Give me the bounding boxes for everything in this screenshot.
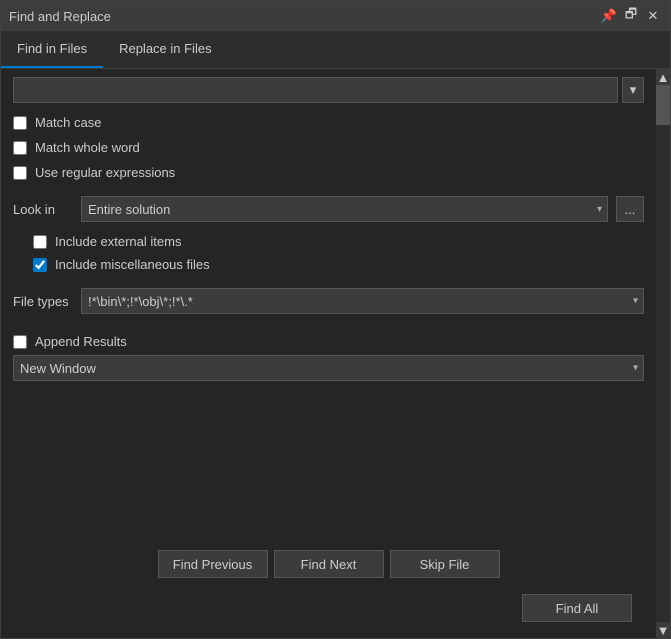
use-regex-row: Use regular expressions: [13, 163, 644, 182]
pin-button[interactable]: 📌: [600, 8, 618, 24]
content-area: ▾ Match case Match whole word Use regula…: [1, 69, 670, 638]
look-in-select-wrapper: Entire solution Current Project Current …: [81, 196, 608, 222]
match-case-checkbox[interactable]: [13, 116, 27, 130]
file-types-label: File types: [13, 294, 73, 309]
use-regex-checkbox[interactable]: [13, 166, 27, 180]
pin-icon: 📌: [601, 8, 617, 24]
title-bar-left: Find and Replace: [9, 9, 111, 24]
file-types-select[interactable]: !*\bin\*;!*\obj\*;!*\.*: [81, 288, 644, 314]
use-regex-label: Use regular expressions: [35, 165, 175, 180]
title-bar: Find and Replace 📌 🗗 ✕: [1, 1, 670, 31]
scroll-up-icon: ▲: [657, 70, 670, 85]
find-all-row: Find All: [13, 590, 644, 630]
close-icon: ✕: [648, 8, 659, 24]
spacer: [13, 387, 644, 516]
result-window-wrapper: New Window Find Results 1 Find Results 2…: [13, 355, 644, 381]
append-results-label: Append Results: [35, 334, 127, 349]
include-misc-row: Include miscellaneous files: [33, 255, 644, 274]
result-window-select[interactable]: New Window Find Results 1 Find Results 2: [13, 355, 644, 381]
search-row: ▾: [13, 77, 644, 103]
window-title: Find and Replace: [9, 9, 111, 24]
find-next-button[interactable]: Find Next: [274, 550, 384, 578]
include-external-checkbox[interactable]: [33, 235, 47, 249]
match-whole-word-row: Match whole word: [13, 138, 644, 157]
title-bar-controls: 📌 🗗 ✕: [600, 8, 662, 24]
scroll-thumb[interactable]: [656, 85, 670, 125]
file-types-select-wrapper: !*\bin\*;!*\obj\*;!*\.* ▾: [81, 288, 644, 314]
close-button[interactable]: ✕: [644, 8, 662, 24]
results-section: Append Results New Window Find Results 1…: [13, 332, 644, 381]
include-external-label: Include external items: [55, 234, 181, 249]
tabs-bar: Find in Files Replace in Files: [1, 31, 670, 69]
browse-button[interactable]: ...: [616, 196, 644, 222]
scroll-track: [656, 85, 670, 622]
scroll-down-icon: ▼: [657, 623, 670, 638]
match-whole-word-checkbox[interactable]: [13, 141, 27, 155]
dropdown-arrow-icon: ▾: [630, 82, 637, 98]
browse-label: ...: [625, 202, 636, 217]
skip-file-button[interactable]: Skip File: [390, 550, 500, 578]
look-in-select[interactable]: Entire solution Current Project Current …: [81, 196, 608, 222]
scroll-down-button[interactable]: ▼: [656, 622, 670, 638]
match-case-row: Match case: [13, 113, 644, 132]
include-options: Include external items Include miscellan…: [13, 232, 644, 274]
main-content: ▾ Match case Match whole word Use regula…: [1, 69, 656, 638]
append-results-row: Append Results: [13, 332, 644, 351]
search-input[interactable]: [13, 77, 618, 103]
search-dropdown-button[interactable]: ▾: [622, 77, 644, 103]
find-previous-button[interactable]: Find Previous: [158, 550, 268, 578]
restore-button[interactable]: 🗗: [622, 8, 640, 24]
match-case-label: Match case: [35, 115, 101, 130]
file-types-row: File types !*\bin\*;!*\obj\*;!*\.* ▾: [13, 288, 644, 314]
tab-replace-in-files[interactable]: Replace in Files: [103, 31, 228, 68]
look-in-label: Look in: [13, 202, 73, 217]
append-results-checkbox[interactable]: [13, 335, 27, 349]
scrollbar: ▲ ▼: [656, 69, 670, 638]
scroll-up-button[interactable]: ▲: [656, 69, 670, 85]
action-buttons-row: Find Previous Find Next Skip File: [13, 538, 644, 584]
include-misc-checkbox[interactable]: [33, 258, 47, 272]
restore-icon: 🗗: [625, 5, 637, 27]
look-in-row: Look in Entire solution Current Project …: [13, 196, 644, 222]
match-whole-word-label: Match whole word: [35, 140, 140, 155]
find-replace-window: Find and Replace 📌 🗗 ✕ Find in Files Rep…: [0, 0, 671, 639]
include-misc-label: Include miscellaneous files: [55, 257, 210, 272]
include-external-row: Include external items: [33, 232, 644, 251]
tab-find-in-files[interactable]: Find in Files: [1, 31, 103, 68]
find-all-button[interactable]: Find All: [522, 594, 632, 622]
